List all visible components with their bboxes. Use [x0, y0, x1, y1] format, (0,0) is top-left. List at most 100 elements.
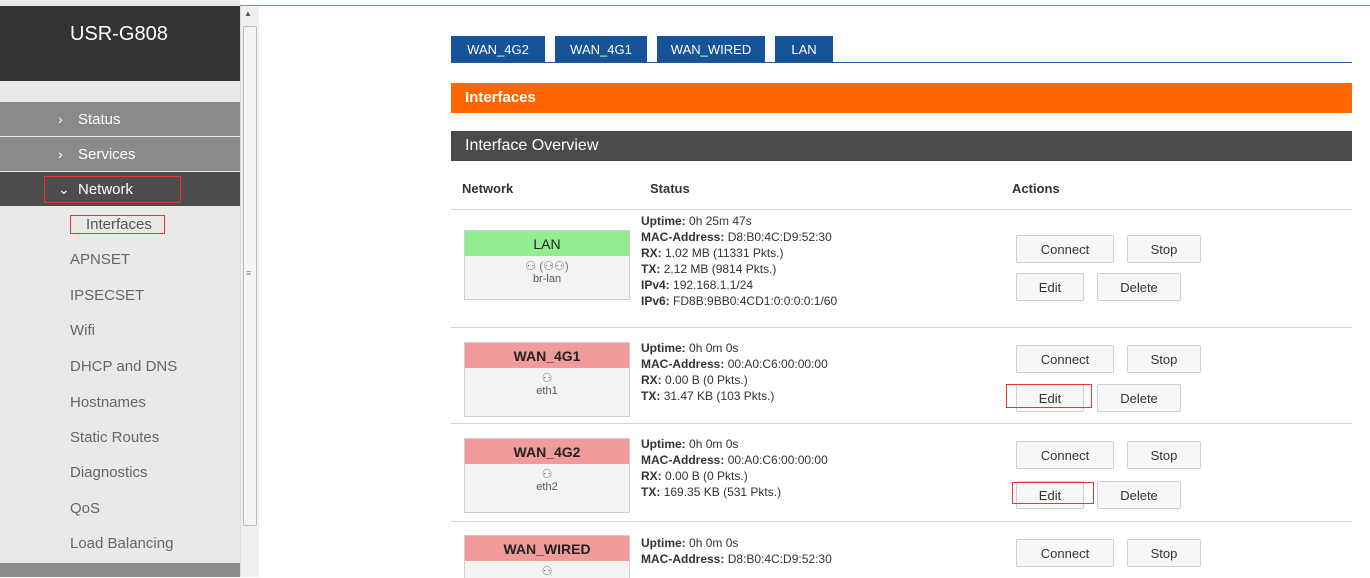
tab-wan-4g1[interactable]: WAN_4G1: [555, 36, 647, 62]
edit-button[interactable]: Edit: [1016, 273, 1084, 301]
rx-value: 1.02 MB (11331 Pkts.): [665, 246, 784, 260]
ipv4-label: IPv4:: [641, 278, 670, 292]
rx-label: RX:: [641, 469, 662, 483]
tx-label: TX:: [641, 389, 661, 403]
mac-label: MAC-Address:: [641, 230, 725, 244]
mac-value: D8:B0:4C:D9:52:30: [727, 552, 832, 566]
status-block: Uptime: 0h 0m 0s MAC-Address: 00:A0:C6:0…: [641, 436, 828, 500]
stop-button[interactable]: Stop: [1127, 235, 1201, 263]
rx-value: 0.00 B (0 Pkts.): [665, 373, 748, 387]
uptime-value: 0h 25m 47s: [689, 214, 752, 228]
uptime-label: Uptime:: [641, 437, 686, 451]
tx-label: TX:: [641, 485, 661, 499]
grip-icon: ≡: [246, 268, 252, 278]
network-name: WAN_WIRED: [465, 536, 629, 561]
device-name: eth1: [536, 385, 558, 397]
ethernet-icon: ⚇: [541, 564, 553, 578]
highlight-box: [1012, 482, 1094, 504]
tx-value: 2.12 MB (9814 Pkts.): [663, 262, 777, 276]
table-row: WAN_4G2 ⚇ eth2 Uptime: 0h 0m 0s MAC-Addr…: [451, 423, 1352, 522]
ipv4-value: 192.168.1.1/24: [673, 278, 754, 292]
ethernet-icon: ⚇: [541, 371, 553, 385]
tx-value: 169.35 KB (531 Pkts.): [663, 485, 782, 499]
uptime-label: Uptime:: [641, 214, 686, 228]
bridge-icon: ⚇ (⚇⚇): [525, 259, 569, 273]
column-header-status: Status: [650, 181, 690, 196]
network-cell: WAN_4G2 ⚇ eth2: [464, 438, 630, 513]
delete-button[interactable]: Delete: [1097, 481, 1181, 509]
mac-label: MAC-Address:: [641, 552, 725, 566]
sidebar-subitem-ipsecset[interactable]: IPSECSET: [70, 287, 144, 304]
connect-button[interactable]: Connect: [1016, 441, 1114, 469]
uptime-label: Uptime:: [641, 536, 686, 550]
overview-title: Interface Overview: [451, 131, 1352, 161]
sidebar-subitem-load-balancing[interactable]: Load Balancing: [70, 535, 173, 552]
uptime-value: 0h 0m 0s: [689, 536, 739, 550]
connect-button[interactable]: Connect: [1016, 539, 1114, 567]
mac-label: MAC-Address:: [641, 453, 725, 467]
mac-value: D8:B0:4C:D9:52:30: [727, 230, 832, 244]
stop-button[interactable]: Stop: [1127, 441, 1201, 469]
table-row: WAN_4G1 ⚇ eth1 Uptime: 0h 0m 0s MAC-Addr…: [451, 327, 1352, 424]
table-row: LAN ⚇ (⚇⚇) br-lan Uptime: 0h 25m 47s MAC…: [451, 209, 1352, 328]
sidebar-subitem-static-routes[interactable]: Static Routes: [70, 429, 159, 446]
mac-value: 00:A0:C6:00:00:00: [727, 453, 828, 467]
tx-value: 31.47 KB (103 Pkts.): [663, 389, 775, 403]
column-header-network: Network: [462, 181, 514, 196]
uptime-value: 0h 0m 0s: [689, 341, 739, 355]
sidebar-item-label: Status: [78, 110, 121, 128]
tab-wan-wired[interactable]: WAN_WIRED: [657, 36, 765, 62]
chevron-right-icon: ›: [58, 146, 63, 162]
rx-label: RX:: [641, 373, 662, 387]
tx-label: TX:: [641, 262, 661, 276]
section-title: Interfaces: [451, 83, 1352, 113]
column-header-actions: Actions: [1012, 181, 1060, 196]
interface-tabs: WAN_4G2 WAN_4G1 WAN_WIRED LAN: [451, 36, 1352, 63]
tab-lan[interactable]: LAN: [775, 36, 833, 62]
sidebar-subitem-dhcp-dns[interactable]: DHCP and DNS: [70, 358, 177, 375]
tab-wan-4g2[interactable]: WAN_4G2: [451, 36, 545, 62]
sidebar-item-partial[interactable]: [0, 563, 240, 577]
brand-title: USR-G808: [0, 6, 240, 81]
connect-button[interactable]: Connect: [1016, 345, 1114, 373]
sidebar-item-status[interactable]: › Status: [0, 102, 240, 136]
connect-button[interactable]: Connect: [1016, 235, 1114, 263]
delete-button[interactable]: Delete: [1097, 273, 1181, 301]
highlight-box: [1006, 384, 1092, 408]
rx-value: 0.00 B (0 Pkts.): [665, 469, 748, 483]
ethernet-icon: ⚇: [541, 467, 553, 481]
network-name: WAN_4G2: [465, 439, 629, 464]
scroll-up-arrow-icon[interactable]: ▲: [244, 9, 252, 18]
stop-button[interactable]: Stop: [1127, 345, 1201, 373]
status-block: Uptime: 0h 0m 0s MAC-Address: 00:A0:C6:0…: [641, 340, 828, 404]
stop-button[interactable]: Stop: [1127, 539, 1201, 567]
network-cell: WAN_4G1 ⚇ eth1: [464, 342, 630, 417]
network-cell: WAN_WIRED ⚇: [464, 535, 630, 578]
uptime-label: Uptime:: [641, 341, 686, 355]
network-name: LAN: [465, 231, 629, 256]
sidebar-item-services[interactable]: › Services: [0, 137, 240, 171]
sidebar-subitem-wifi[interactable]: Wifi: [70, 322, 95, 339]
sidebar-subitem-apnset[interactable]: APNSET: [70, 251, 130, 268]
ipv6-value: FD8B:9BB0:4CD1:0:0:0:0:1/60: [673, 294, 838, 308]
uptime-value: 0h 0m 0s: [689, 437, 739, 451]
status-block: Uptime: 0h 0m 0s MAC-Address: D8:B0:4C:D…: [641, 535, 832, 567]
chevron-right-icon: ›: [58, 111, 63, 127]
device-name: eth2: [536, 481, 558, 493]
network-cell: LAN ⚇ (⚇⚇) br-lan: [464, 230, 630, 300]
device-name: br-lan: [532, 273, 562, 285]
table-row: WAN_WIRED ⚇ Uptime: 0h 0m 0s MAC-Address…: [451, 521, 1352, 578]
highlight-box: [44, 176, 181, 203]
mac-label: MAC-Address:: [641, 357, 725, 371]
rx-label: RX:: [641, 246, 662, 260]
sidebar-subitem-diagnostics[interactable]: Diagnostics: [70, 464, 148, 481]
mac-value: 00:A0:C6:00:00:00: [727, 357, 828, 371]
sidebar-subitem-interfaces[interactable]: Interfaces: [70, 215, 165, 234]
sidebar-subitem-qos[interactable]: QoS: [70, 500, 100, 517]
network-name: WAN_4G1: [465, 343, 629, 368]
status-block: Uptime: 0h 25m 47s MAC-Address: D8:B0:4C…: [641, 213, 837, 309]
sidebar: USR-G808 › Status › Services ⌄ Network I…: [0, 0, 240, 577]
sidebar-subitem-hostnames[interactable]: Hostnames: [70, 394, 146, 411]
delete-button[interactable]: Delete: [1097, 384, 1181, 412]
sidebar-item-label: Services: [78, 145, 136, 163]
